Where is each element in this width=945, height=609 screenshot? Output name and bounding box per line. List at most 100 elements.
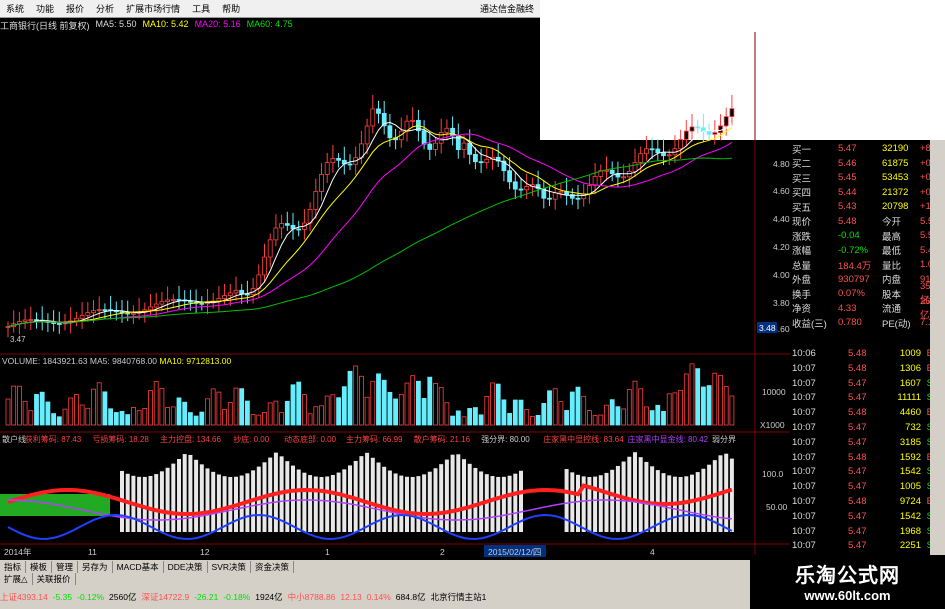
quote-value: 5.44 (838, 186, 857, 198)
menu-system[interactable]: 系统 (0, 2, 30, 15)
indicator-bar (627, 456, 632, 532)
indicator-bar (171, 463, 176, 532)
quote-row: 外盘930797内盘913124 (790, 273, 945, 287)
volume-bar (552, 388, 558, 426)
trade-row: 10:075.473185S (790, 437, 935, 451)
volume-bar (370, 380, 376, 426)
extended-tab[interactable]: 关联报价 (33, 573, 76, 585)
ma20-line (7, 133, 733, 328)
ma-lines (7, 121, 733, 328)
extended-tab[interactable]: 扩展△ (0, 573, 33, 585)
volume-bar (22, 400, 28, 426)
candle-body (222, 295, 228, 299)
candle-body (678, 139, 683, 150)
indicator-bar (462, 459, 466, 532)
volume-bar (239, 388, 245, 426)
indicator-legend-item: 强分界: 80.00 (481, 435, 530, 444)
trade-volume: 1009 (899, 348, 921, 359)
candle-body (387, 125, 393, 139)
trade-volume: 1005 (899, 481, 921, 493)
quote-value: -0.72% (838, 244, 869, 256)
menu-extended-market[interactable]: 扩展市场行情 (120, 2, 186, 15)
indicator-bar (490, 476, 495, 532)
volume-bar (296, 381, 302, 426)
menu-tools[interactable]: 工具 (186, 2, 216, 15)
indicator-tab[interactable]: 指标 (0, 560, 27, 573)
volume-bar (564, 410, 569, 426)
quote-label: 涨跌 (792, 231, 812, 243)
indicator-tab[interactable]: 管理 (52, 560, 79, 573)
quote-value2: 最高 (882, 231, 902, 243)
quote-row: 净资4.33流通2696亿 (790, 296, 941, 321)
quote-label: 买四 (792, 188, 812, 199)
indicator-bar (154, 474, 159, 532)
trade-volume: 1607 (899, 377, 921, 389)
trade-time: 10:07 (792, 525, 816, 537)
candle-body (450, 127, 456, 137)
indicator-tab[interactable]: 资金决策 (251, 560, 295, 573)
menu-help[interactable]: 帮助 (216, 2, 246, 15)
quote-label: 买三 (792, 173, 812, 185)
volume-bar (51, 413, 56, 426)
indicator-legend-item: 散户线 (2, 434, 26, 444)
volume-bar (307, 413, 313, 426)
volume-bar (683, 373, 689, 426)
volume-bar (558, 401, 564, 426)
quote-row: 买五5.4320798+120 (790, 200, 941, 214)
menu-analysis[interactable]: 分析 (90, 2, 120, 15)
volume-bar (644, 406, 649, 426)
indicator-bar (199, 464, 204, 532)
indicator-legend-item: 抄底: 0.00 (233, 434, 270, 444)
candle-body (233, 289, 239, 294)
candle-body (575, 197, 581, 200)
trade-row: 10:075.481306B (790, 363, 935, 377)
candle-body (330, 158, 336, 164)
indicator-bar (501, 476, 506, 532)
watermark-title: 乐淘公式网 (795, 565, 900, 587)
quote-label: 外盘 (792, 275, 812, 286)
candle-body (410, 119, 416, 122)
trade-row: 10:075.472251S (790, 540, 935, 554)
menu-function[interactable]: 功能 (30, 2, 60, 15)
volume-bar (461, 416, 467, 426)
volume-bar (524, 409, 530, 426)
indicator-tab[interactable]: 模板 (26, 560, 53, 573)
vol-axis-unit: X1000 (760, 420, 785, 430)
indicator-tab[interactable]: SVR决策 (208, 560, 252, 573)
candle-body (336, 158, 342, 161)
candle-body (729, 108, 735, 117)
indicator-bar (593, 476, 598, 532)
trade-volume: 4460 (899, 407, 921, 419)
candle-body (512, 181, 518, 190)
kline-chart-area[interactable]: VOLUME: 1843921.63 MA5: 9840768.00 MA10:… (0, 32, 790, 560)
volume-bar (541, 403, 547, 426)
indicator-tab[interactable]: DDE决策 (164, 560, 208, 573)
trade-row: 10:075.471005S (790, 481, 935, 495)
indicator-legend-item: 获利筹码: 87.43 (25, 434, 82, 444)
indicator-bar (638, 457, 643, 532)
candle-body (262, 256, 267, 276)
quote-row: 现价5.48今开5.53 (790, 215, 940, 229)
indicator-bar (177, 458, 181, 532)
indicator-bar (330, 474, 335, 532)
volume-bar (102, 391, 108, 426)
indicator-bar (313, 476, 318, 532)
candle-body (279, 223, 285, 229)
indicator-bar (473, 467, 478, 532)
trade-time: 10:07 (792, 362, 816, 374)
indicator-tab[interactable]: 另存为 (78, 560, 113, 573)
candle-body (467, 142, 473, 155)
trade-price: 5.48 (848, 451, 867, 463)
ma5-value: MA5: 5.50 (95, 19, 137, 29)
right-toolbar[interactable] (930, 140, 945, 560)
trade-price: 5.47 (848, 466, 867, 478)
date-axis-tick: 1 (325, 547, 330, 557)
indicator-bar (507, 475, 512, 532)
trade-row: 10:075.484460B (790, 407, 935, 421)
quote-value2: 量比 (882, 260, 902, 272)
volume-bar (455, 410, 461, 426)
indicator-legend-item: 动态底部: 0.00 (284, 434, 337, 444)
candle-body (524, 186, 530, 191)
menu-quote[interactable]: 报价 (60, 2, 90, 15)
indicator-tab[interactable]: MACD基本 (113, 560, 164, 573)
